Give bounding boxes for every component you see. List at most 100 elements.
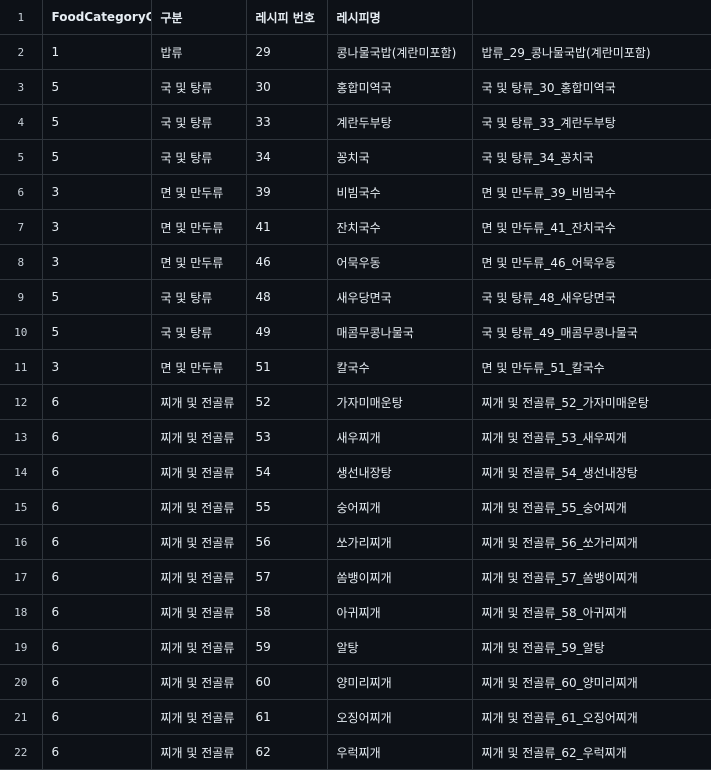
food-category-cd-cell: 3 [41,244,152,280]
recipe-name-cell: 계란두부탕 [326,104,473,140]
table-row: 20 6 찌개 및 전골류 60 양미리찌개 찌개 및 전골류_60_양미리찌개 [0,664,711,700]
recipe-number-cell: 41 [245,209,328,245]
line-number[interactable]: 6 [0,174,43,210]
recipe-full-name-cell: 찌개 및 전골류_58_아귀찌개 [471,594,711,630]
category-cell: 찌개 및 전골류 [150,454,247,490]
line-number[interactable]: 22 [0,734,43,770]
line-number[interactable]: 20 [0,664,43,700]
recipe-full-name-cell: 찌개 및 전골류_56_쏘가리찌개 [471,524,711,560]
column-header-recipe-name: 레시피명 [326,0,473,35]
line-number[interactable]: 1 [0,0,43,35]
food-category-cd-cell: 6 [41,454,152,490]
category-cell: 국 및 탕류 [150,279,247,315]
line-number[interactable]: 18 [0,594,43,630]
recipe-name-cell: 새우당면국 [326,279,473,315]
line-number[interactable]: 21 [0,699,43,735]
recipe-full-name-cell: 면 및 만두류_46_어묵우동 [471,244,711,280]
category-cell: 면 및 만두류 [150,209,247,245]
recipe-full-name-cell: 찌개 및 전골류_60_양미리찌개 [471,664,711,700]
food-category-cd-cell: 6 [41,629,152,665]
category-cell: 찌개 및 전골류 [150,559,247,595]
line-number[interactable]: 14 [0,454,43,490]
recipe-full-name-cell: 찌개 및 전골류_57_쏨뱅이찌개 [471,559,711,595]
recipe-name-cell: 홍합미역국 [326,69,473,105]
category-cell: 찌개 및 전골류 [150,594,247,630]
recipe-name-cell: 칼국수 [326,349,473,385]
recipe-number-cell: 49 [245,314,328,350]
category-cell: 국 및 탕류 [150,314,247,350]
recipe-name-cell: 꽁치국 [326,139,473,175]
line-number[interactable]: 19 [0,629,43,665]
recipe-full-name-cell: 국 및 탕류_33_계란두부탕 [471,104,711,140]
recipe-name-cell: 숭어찌개 [326,489,473,525]
recipe-name-cell: 쏨뱅이찌개 [326,559,473,595]
recipe-name-cell: 쏘가리찌개 [326,524,473,560]
table-row: 19 6 찌개 및 전골류 59 알탕 찌개 및 전골류_59_알탕 [0,629,711,665]
line-number[interactable]: 8 [0,244,43,280]
category-cell: 면 및 만두류 [150,244,247,280]
recipe-full-name-cell: 국 및 탕류_49_매콤무콩나물국 [471,314,711,350]
category-cell: 국 및 탕류 [150,139,247,175]
table-row: 83면 및 만두류 46 어묵우동 면 및 만두류_46_어묵우동 [0,244,711,280]
table-row: 18 6 찌개 및 전골류 58 아귀찌개 찌개 및 전골류_58_아귀찌개 [0,594,711,630]
category-cell: 국 및 탕류 [150,69,247,105]
table-row: 17 6 찌개 및 전골류 57 쏨뱅이찌개 찌개 및 전골류_57_쏨뱅이찌개 [0,559,711,595]
recipe-name-cell: 잔치국수 [326,209,473,245]
line-number[interactable]: 12 [0,384,43,420]
line-number[interactable]: 10 [0,314,43,350]
line-number[interactable]: 2 [0,34,43,70]
recipe-name-cell: 양미리찌개 [326,664,473,700]
line-number[interactable]: 9 [0,279,43,315]
recipe-name-cell: 생선내장탕 [326,454,473,490]
recipe-full-name-cell: 찌개 및 전골류_59_알탕 [471,629,711,665]
recipe-number-cell: 48 [245,279,328,315]
recipe-number-cell: 29 [245,34,328,70]
table-row: 2 1 밥류 29 콩나물국밥(계란미포함) 밥류_29_콩나물국밥(계란미포함) [0,34,711,70]
line-number[interactable]: 3 [0,69,43,105]
recipe-number-cell: 56 [245,524,328,560]
table-row: 55국 및 탕류 34 꽁치국 국 및 탕류_34_꽁치국 [0,139,711,175]
food-category-cd-cell: 5 [41,279,152,315]
recipe-number-cell: 57 [245,559,328,595]
recipe-number-cell: 55 [245,489,328,525]
food-category-cd-cell: 5 [41,139,152,175]
recipe-full-name-cell: 찌개 및 전골류_61_오징어찌개 [471,699,711,735]
line-number[interactable]: 4 [0,104,43,140]
recipe-number-cell: 34 [245,139,328,175]
recipe-full-name-cell: 면 및 만두류_39_비빔국수 [471,174,711,210]
recipe-number-cell: 39 [245,174,328,210]
category-cell: 면 및 만두류 [150,174,247,210]
recipe-name-cell: 아귀찌개 [326,594,473,630]
recipe-name-cell: 새우찌개 [326,419,473,455]
recipe-full-name-cell: 찌개 및 전골류_55_숭어찌개 [471,489,711,525]
line-number[interactable]: 15 [0,489,43,525]
recipe-name-cell: 콩나물국밥(계란미포함) [326,34,473,70]
table-row: 16 6 찌개 및 전골류 56 쏘가리찌개 찌개 및 전골류_56_쏘가리찌개 [0,524,711,560]
table-row: 22 6 찌개 및 전골류 62 우럭찌개 찌개 및 전골류_62_우럭찌개 [0,734,711,770]
line-number[interactable]: 5 [0,139,43,175]
line-number[interactable]: 13 [0,419,43,455]
table-row: 10 5 국 및 탕류 49 매콤무콩나물국 국 및 탕류_49_매콤무콩나물국 [0,314,711,350]
category-cell: 찌개 및 전골류 [150,699,247,735]
recipe-name-cell: 어묵우동 [326,244,473,280]
csv-table: 1 FoodCategoryCd 구분 레시피 번호 레시피명 21밥류29콩나… [0,0,711,770]
recipe-name-cell: 비빔국수 [326,174,473,210]
recipe-name-cell: 매콤무콩나물국 [326,314,473,350]
recipe-full-name-cell: 찌개 및 전골류_52_가자미매운탕 [471,384,711,420]
table-row: 35국 및 탕류 30 홍합미역국 국 및 탕류_30_홍합미역국 [0,69,711,105]
recipe-number-cell: 59 [245,629,328,665]
table-row: 73면 및 만두류 41 잔치국수 면 및 만두류_41_잔치국수 [0,209,711,245]
line-number[interactable]: 16 [0,524,43,560]
recipe-name-cell: 오징어찌개 [326,699,473,735]
food-category-cd-cell: 6 [41,489,152,525]
line-number[interactable]: 17 [0,559,43,595]
category-cell: 찌개 및 전골류 [150,384,247,420]
category-cell: 찌개 및 전골류 [150,664,247,700]
food-category-cd-cell: 6 [41,594,152,630]
line-number[interactable]: 7 [0,209,43,245]
recipe-full-name-cell: 국 및 탕류_30_홍합미역국 [471,69,711,105]
recipe-full-name-cell: 국 및 탕류_34_꽁치국 [471,139,711,175]
recipe-full-name-cell: 찌개 및 전골류_53_새우찌개 [471,419,711,455]
line-number[interactable]: 11 [0,349,43,385]
table-row: 12 6 찌개 및 전골류 52 가자미매운탕 찌개 및 전골류_52_가자미매운탕 [0,384,711,420]
